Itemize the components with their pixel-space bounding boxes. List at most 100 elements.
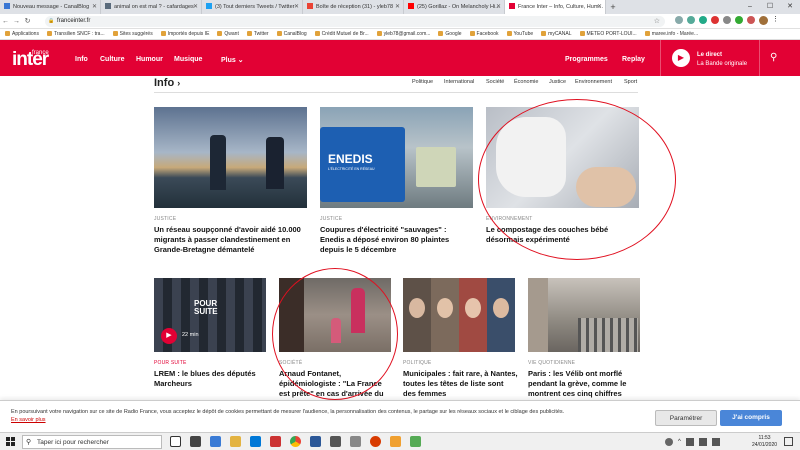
article-image[interactable]	[486, 107, 639, 208]
close-tab-icon[interactable]: ✕	[193, 0, 198, 14]
word-icon[interactable]	[310, 436, 321, 447]
article-image[interactable]	[403, 278, 515, 352]
app-icon[interactable]	[330, 436, 341, 447]
bookmark-item[interactable]: Importés depuis IE	[160, 31, 209, 37]
browser-tab[interactable]: Boîte de réception (31) - yleb78 ✕	[303, 0, 404, 14]
france-inter-logo[interactable]: france inter	[12, 50, 49, 69]
play-icon[interactable]: ▶	[672, 49, 690, 67]
chrome-icon[interactable]	[290, 436, 301, 447]
subnav-politique[interactable]: Politique	[412, 79, 433, 85]
menu-dots-icon[interactable]: ⋮	[772, 16, 779, 25]
subnav-environnement[interactable]: Environnement	[575, 79, 612, 85]
nav-item-info[interactable]: Info	[75, 56, 88, 63]
volume-icon[interactable]	[698, 438, 707, 446]
close-tab-icon[interactable]: ✕	[294, 0, 299, 14]
article-title[interactable]: Coupures d'électricité "sauvages" : Ened…	[320, 225, 470, 255]
subnav-societe[interactable]: Société	[486, 79, 504, 85]
article-title[interactable]: LREM : le blues des députés Marcheurs	[154, 369, 266, 389]
article-image[interactable]	[154, 107, 307, 208]
bookmark-item[interactable]: Sites suggérés	[112, 31, 153, 37]
subnav-sport[interactable]: Sport	[624, 79, 637, 85]
nav-item-humour[interactable]: Humour	[136, 56, 163, 63]
live-player[interactable]: ▶ Le direct La Bande originale	[660, 40, 760, 76]
maximize-icon[interactable]: ☐	[760, 0, 780, 14]
close-window-icon[interactable]: ✕	[780, 0, 800, 14]
browser-tab[interactable]: (3) Tout derniers Tweets / Twitter ✕	[202, 0, 303, 14]
article-title[interactable]: Paris : les Vélib ont morflé pendant la …	[528, 369, 640, 399]
nav-item-replay[interactable]: Replay	[622, 56, 645, 63]
close-tab-icon[interactable]: ✕	[496, 0, 501, 14]
article-image[interactable]: POUR SUITE ▶ 22 min	[154, 278, 266, 352]
extension-icon[interactable]	[735, 16, 743, 24]
app-icon[interactable]	[350, 436, 361, 447]
app-icon[interactable]	[370, 436, 381, 447]
subnav-justice[interactable]: Justice	[549, 79, 566, 85]
app-icon[interactable]	[270, 436, 281, 447]
nav-item-programmes[interactable]: Programmes	[565, 56, 608, 63]
subnav-economie[interactable]: Économie	[514, 79, 538, 85]
minimize-icon[interactable]: –	[740, 0, 760, 14]
battery-icon[interactable]	[711, 438, 720, 446]
url-field[interactable]: 🔒 franceinter.fr ☆	[45, 16, 665, 27]
extension-icon[interactable]	[675, 16, 683, 24]
article-image[interactable]: ENEDIS L'ÉLECTRICITÉ EN RÉSEAU	[320, 107, 473, 208]
bookmark-item[interactable]: METEO PORT-LOUI...	[579, 31, 637, 37]
article-title[interactable]: Municipales : fait rare, à Nantes, toute…	[403, 369, 518, 399]
search-icon[interactable]: ⚲	[770, 52, 777, 63]
new-tab-button[interactable]: +	[606, 0, 620, 14]
nav-item-musique[interactable]: Musique	[174, 56, 202, 63]
article-title[interactable]: Un réseau soupçonné d'avoir aidé 10.000 …	[154, 225, 314, 255]
bookmark-item[interactable]: YouTube	[506, 31, 533, 37]
extension-icon[interactable]	[747, 16, 755, 24]
bookmark-item[interactable]: yleb78@gmail.com...	[376, 31, 430, 37]
taskbar-search-input[interactable]: ⚲ Taper ici pour rechercher	[22, 435, 162, 449]
browser-tab[interactable]: Nouveau message - CanalBlog ✕	[0, 0, 101, 14]
file-explorer-icon[interactable]	[230, 436, 241, 447]
nav-item-culture[interactable]: Culture	[100, 56, 125, 63]
edge-icon[interactable]	[210, 436, 221, 447]
bookmark-item[interactable]: Qwant	[217, 31, 239, 37]
app-icon[interactable]	[410, 436, 421, 447]
cookie-accept-button[interactable]: J'ai compris	[720, 410, 782, 426]
close-tab-icon[interactable]: ✕	[395, 0, 400, 14]
back-icon[interactable]: ←	[0, 18, 11, 25]
bookmark-item[interactable]: CanalBlog	[276, 31, 307, 37]
play-icon[interactable]: ▶	[161, 328, 177, 344]
notification-icon[interactable]	[784, 437, 793, 446]
task-view-icon[interactable]	[190, 436, 201, 447]
bookmark-item[interactable]: Twitter	[246, 31, 269, 37]
avatar[interactable]	[759, 16, 768, 25]
forward-icon[interactable]: →	[11, 18, 22, 25]
section-title[interactable]: Info ›	[154, 77, 180, 89]
network-icon[interactable]	[685, 438, 694, 446]
bookmark-item[interactable]: Transilien SNCF : tra...	[46, 31, 105, 37]
browser-tab[interactable]: (25) Gorillaz - On Melancholy Hi... ✕	[404, 0, 505, 14]
cookie-settings-button[interactable]: Paramétrer	[655, 410, 717, 426]
nav-item-plus[interactable]: Plus ⌄	[221, 56, 244, 64]
extension-icon[interactable]	[723, 16, 731, 24]
windows-start-icon[interactable]	[6, 437, 16, 447]
bookmark-item[interactable]: myCANAL	[541, 31, 572, 37]
bookmark-item[interactable]: Facebook	[469, 31, 499, 37]
extension-icon[interactable]	[711, 16, 719, 24]
article-title[interactable]: Le compostage des couches bébé désormais…	[486, 225, 626, 245]
subnav-international[interactable]: International	[444, 79, 474, 85]
store-icon[interactable]	[250, 436, 261, 447]
taskbar-clock[interactable]: 11:53 24/01/2020	[752, 435, 777, 449]
cortana-icon[interactable]	[170, 436, 181, 447]
close-tab-icon[interactable]: ✕	[597, 0, 602, 14]
close-tab-icon[interactable]: ✕	[92, 0, 97, 14]
reload-icon[interactable]: ↻	[22, 17, 33, 25]
cookie-learn-more-link[interactable]: En savoir plus	[11, 417, 46, 423]
browser-tab[interactable]: animal on est mal ? - cafardages ✕	[101, 0, 202, 14]
extension-icon[interactable]	[687, 16, 695, 24]
star-icon[interactable]: ☆	[654, 16, 660, 27]
bookmark-item[interactable]: Crédit Mutuel de Br...	[314, 31, 369, 37]
bookmark-item[interactable]: maree.info - Marée...	[644, 31, 698, 37]
article-image[interactable]	[528, 278, 640, 352]
assistant-icon[interactable]	[665, 438, 673, 446]
chevron-up-icon[interactable]: ^	[678, 438, 681, 446]
bookmark-item[interactable]: Applications	[5, 31, 39, 37]
bookmark-item[interactable]: Google	[438, 31, 462, 37]
article-image[interactable]	[279, 278, 391, 352]
